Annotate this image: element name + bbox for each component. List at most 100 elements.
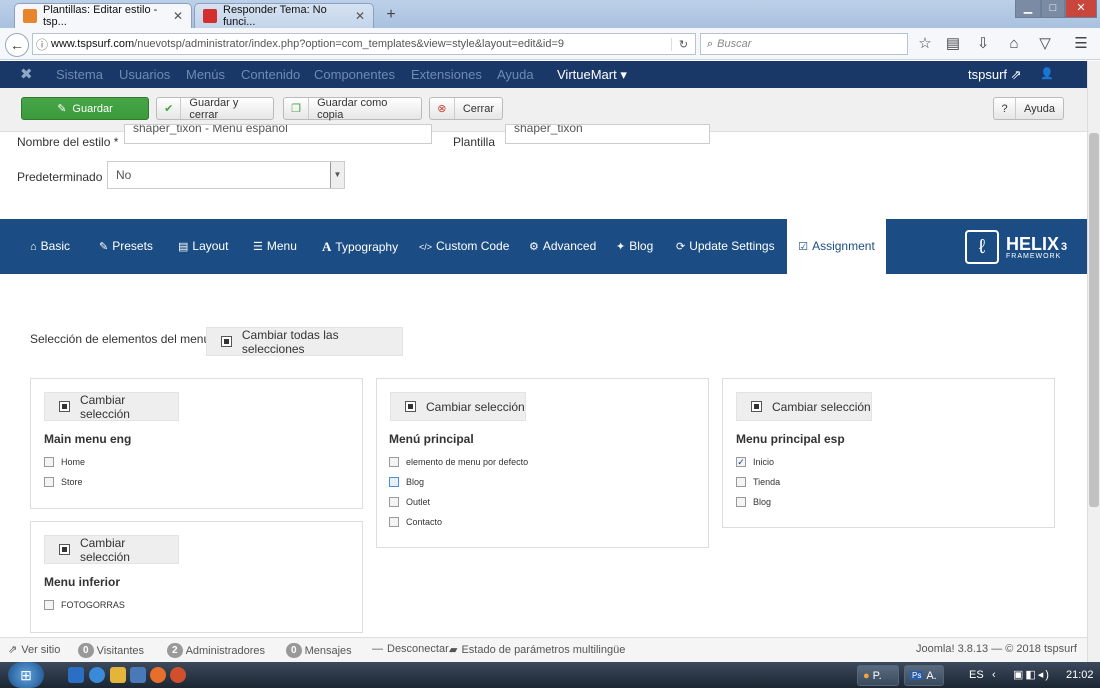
checkbox-default-item[interactable]: elemento de menu por defecto	[389, 457, 528, 467]
media-icon[interactable]	[130, 667, 146, 683]
menu-usuarios[interactable]: Usuarios	[119, 61, 170, 88]
tab-presets[interactable]: ✎ Presets	[99, 219, 153, 274]
minus-icon: —	[372, 643, 383, 655]
tab-responder[interactable]: Responder Tema: No funci... ✕	[194, 3, 374, 28]
search-input[interactable]: ⌕ Buscar	[700, 33, 908, 55]
checked-icon[interactable]: ✓	[736, 457, 746, 467]
tab-update-settings[interactable]: ⟳ Update Settings	[676, 219, 775, 274]
tab-basic[interactable]: ⌂ Basic	[30, 219, 70, 274]
help-button[interactable]: ? Ayuda	[993, 97, 1064, 120]
tab-title: Plantillas: Editar estilo - tsp...	[43, 4, 158, 28]
clock[interactable]: 21:02	[1066, 662, 1094, 688]
edit-icon: ✎	[57, 103, 67, 115]
menu-virtuemart[interactable]: VirtueMart ▾	[557, 61, 627, 88]
close-tab-icon[interactable]: ✕	[355, 9, 365, 23]
admins-status[interactable]: 2 Administradores	[167, 643, 265, 658]
url-bar[interactable]: ⓘ www.tspsurf.com/nuevotsp/administrator…	[32, 33, 696, 55]
download-icon[interactable]: ⇩	[972, 33, 994, 55]
firefox-icon[interactable]	[150, 667, 166, 683]
vertical-scrollbar[interactable]	[1087, 61, 1100, 662]
checkbox-store[interactable]: Store	[44, 477, 83, 487]
menu-ayuda[interactable]: Ayuda	[497, 61, 534, 88]
toggle-all-button[interactable]: Cambiar todas las selecciones	[206, 327, 403, 356]
toggle-selection-button[interactable]: Cambiar selección	[390, 392, 526, 421]
toggle-selection-button[interactable]: Cambiar selección	[44, 535, 179, 564]
comment-icon: ▰	[449, 644, 458, 656]
copy-icon: ❐	[284, 98, 310, 119]
user-icon[interactable]: 👤	[1040, 61, 1054, 88]
messages-status[interactable]: 0 Mensajes	[286, 643, 352, 658]
checkbox-blog-esp[interactable]: Blog	[736, 497, 771, 507]
multilang-status-link[interactable]: ▰ Estado de parámetros multilingüe	[449, 643, 625, 657]
save-button[interactable]: ✎ Guardar	[21, 97, 149, 120]
explorer-icon[interactable]	[110, 667, 126, 683]
save-close-button[interactable]: ✔ Guardar y cerrar	[156, 97, 274, 121]
style-name-label: Nombre del estilo *	[17, 135, 119, 149]
taskbar-firefox[interactable]: ● P.	[857, 665, 899, 686]
logout-link[interactable]: — Desconectar	[372, 643, 449, 655]
checkbox-blog[interactable]: Blog	[389, 477, 424, 487]
default-select[interactable]: No ▼	[107, 161, 345, 189]
panel-title: Main menu eng	[44, 432, 132, 446]
tab-advanced[interactable]: ⚙ Advanced	[529, 219, 596, 274]
info-icon[interactable]: ⓘ	[33, 36, 51, 53]
toggle-icon	[751, 401, 762, 412]
toggle-icon	[59, 401, 70, 412]
checkbox-inicio[interactable]: ✓ Inicio	[736, 457, 774, 467]
home-icon[interactable]: ⌂	[1003, 33, 1025, 55]
back-icon[interactable]: ←	[5, 33, 29, 57]
pocket-icon[interactable]: ▽	[1034, 33, 1056, 55]
tab-layout[interactable]: ▤ Layout	[178, 219, 228, 274]
menu-componentes[interactable]: Componentes	[314, 61, 395, 88]
chevron-down-icon: ▼	[330, 162, 344, 188]
scroll-thumb[interactable]	[1089, 133, 1099, 507]
toggle-selection-button[interactable]: Cambiar selección	[736, 392, 872, 421]
menu-icon[interactable]: ☰	[1070, 33, 1092, 55]
user-menu[interactable]: tspsurf ⇗	[968, 61, 1022, 88]
toggle-icon	[405, 401, 416, 412]
view-site-link[interactable]: ⇗ Ver sitio	[8, 643, 60, 657]
check-square-icon: ☑	[798, 241, 809, 253]
menu-extensiones[interactable]: Extensiones	[411, 61, 482, 88]
tab-typography[interactable]: A Typography	[322, 219, 398, 274]
joomla-logo-icon[interactable]: ✖	[20, 61, 33, 88]
maximize-button[interactable]: □	[1041, 0, 1065, 18]
toggle-selection-button[interactable]: Cambiar selección	[44, 392, 179, 421]
helix-logo: ℓ HELIX 3 FRAMEWORK	[965, 230, 1070, 264]
firefox-alt-icon[interactable]	[170, 667, 186, 683]
system-tray-icons[interactable]: ▣◧◂)	[1013, 662, 1051, 688]
checkbox-home[interactable]: Home	[44, 457, 85, 467]
taskbar-photoshop[interactable]: Ps A.	[904, 665, 944, 686]
minimize-button[interactable]: ▁	[1015, 0, 1041, 18]
chevron-left-icon[interactable]: ‹	[992, 662, 996, 688]
tab-assignment[interactable]: ☑ Assignment	[787, 219, 886, 274]
ie-icon[interactable]	[89, 667, 105, 683]
reload-icon[interactable]: ↻	[671, 37, 695, 51]
close-button[interactable]: ⊗ Cerrar	[429, 97, 503, 120]
tab-blog[interactable]: ✦ Blog	[616, 219, 653, 274]
bookmark-star-icon[interactable]: ☆	[914, 33, 936, 55]
tab-plantillas[interactable]: Plantillas: Editar estilo - tsp... ✕	[14, 3, 192, 28]
tab-custom-code[interactable]: </> Custom Code	[419, 219, 509, 274]
menu-menus[interactable]: Menús	[186, 61, 225, 88]
checkbox-fotogorras[interactable]: FOTOGORRAS	[44, 600, 125, 610]
firefox-task-icon: ●	[863, 669, 870, 682]
checkbox-outlet[interactable]: Outlet	[389, 497, 430, 507]
save-copy-button[interactable]: ❐ Guardar como copia	[283, 97, 422, 121]
menu-sistema[interactable]: Sistema	[56, 61, 103, 88]
style-name-input[interactable]: shaper_tixon - Menú español	[124, 124, 432, 144]
language-indicator[interactable]: ES	[969, 662, 984, 688]
tab-menu[interactable]: ☰ Menu	[253, 219, 297, 274]
checkbox-contacto[interactable]: Contacto	[389, 517, 442, 527]
close-tab-icon[interactable]: ✕	[173, 9, 183, 23]
reading-list-icon[interactable]: ▤	[942, 33, 964, 55]
start-button[interactable]: ⊞	[8, 662, 44, 688]
show-desktop-icon[interactable]	[68, 667, 84, 683]
menu-contenido[interactable]: Contenido	[241, 61, 300, 88]
checkbox-tienda[interactable]: Tienda	[736, 477, 780, 487]
helix-logo-icon: ℓ	[965, 230, 999, 264]
forum-favicon-icon	[203, 9, 217, 23]
new-tab-button[interactable]: +	[380, 5, 402, 25]
close-window-button[interactable]: ✕	[1065, 0, 1097, 18]
visitors-status[interactable]: 0 Visitantes	[78, 643, 144, 658]
